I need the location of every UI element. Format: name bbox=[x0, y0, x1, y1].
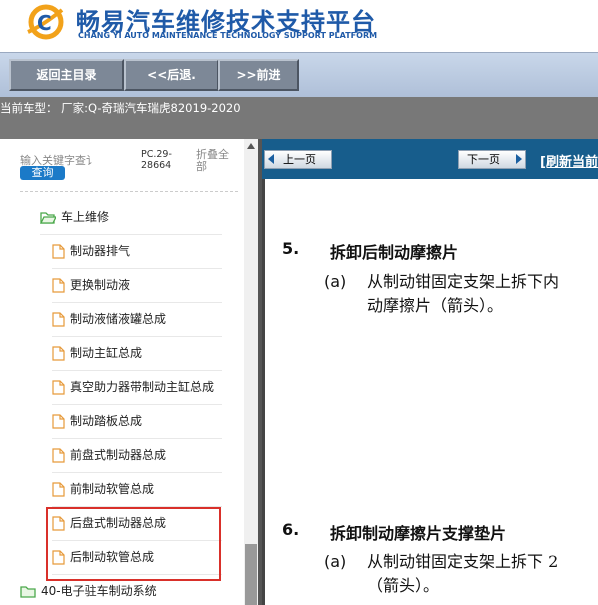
tree-item[interactable]: 制动液储液罐总成 bbox=[52, 303, 222, 337]
tree-item[interactable]: 前制动软管总成 bbox=[52, 473, 222, 507]
tree-item[interactable]: 制动器排气 bbox=[52, 235, 222, 269]
tree-item-label: 制动液储液罐总成 bbox=[70, 312, 167, 326]
fold-all-link[interactable]: 折叠全部 bbox=[196, 149, 232, 173]
highlight-box bbox=[46, 507, 221, 581]
step-title: 拆卸后制动摩擦片 bbox=[330, 243, 459, 262]
car-info-bar: 当前车型： 厂家:Q-奇瑞汽车瑞虎82019-2020 bbox=[0, 97, 598, 139]
folder-open-icon bbox=[40, 212, 56, 224]
next-page-button[interactable]: 下一页 bbox=[458, 150, 526, 169]
step-title: 拆卸制动摩擦片支撑垫片 bbox=[330, 524, 507, 543]
arrow-left-icon bbox=[268, 154, 274, 164]
document-icon bbox=[52, 346, 65, 361]
tree-item-label: 真空助力器带制动主缸总成 bbox=[70, 380, 215, 394]
document-toolbar: 上一页 下一页 [刷新当前 bbox=[262, 139, 598, 179]
tree-item-label: 前制动软管总成 bbox=[70, 482, 155, 496]
logo-icon: C bbox=[27, 4, 64, 40]
document-icon bbox=[52, 312, 65, 327]
step-sub-label: (a) bbox=[324, 552, 347, 571]
document-view: 上一页 下一页 [刷新当前 5. 拆卸后制动摩擦片 (a) 从制动钳固定支架上拆… bbox=[262, 139, 598, 605]
tree-item[interactable]: 制动主缸总成 bbox=[52, 337, 222, 371]
tree-item[interactable]: 制动踏板总成 bbox=[52, 405, 222, 439]
document-icon bbox=[52, 448, 65, 463]
current-car-model: 当前车型： 厂家:Q-奇瑞汽车瑞虎82019-2020 bbox=[0, 101, 241, 115]
page-edge bbox=[262, 179, 265, 605]
tree-item-label: 更换制动液 bbox=[70, 278, 131, 292]
tree-item-label: 制动踏板总成 bbox=[70, 414, 143, 428]
step-text: 从制动钳固定支架上拆下 2 bbox=[367, 552, 559, 571]
home-button[interactable]: 返回主目录 bbox=[9, 59, 124, 91]
tree-item-label: 制动器排气 bbox=[70, 244, 131, 258]
step-number: 6. bbox=[282, 520, 300, 539]
refresh-link[interactable]: [刷新当前 bbox=[540, 151, 598, 170]
tree-item[interactable]: 真空助力器带制动主缸总成 bbox=[52, 371, 222, 405]
document-icon bbox=[52, 482, 65, 497]
tree-folder-onvehicle-repair[interactable]: 车上维修 bbox=[40, 201, 222, 235]
forward-button[interactable]: >>前进 bbox=[218, 59, 299, 91]
pc-info: PC.29-28664 bbox=[141, 149, 172, 171]
step-text: （箭头）。 bbox=[367, 576, 440, 595]
step-number: 5. bbox=[282, 239, 300, 258]
step-text: 从制动钳固定支架上拆下内 bbox=[367, 272, 560, 291]
tree-folder-label: 车上维修 bbox=[61, 210, 110, 224]
app-header: C 畅易汽车维修技术支持平台 CHANG YI AUTO MAINTENANCE… bbox=[0, 0, 598, 52]
app-subtitle: CHANG YI AUTO MAINTENANCE TECHNOLOGY SUP… bbox=[78, 31, 378, 40]
step-sub-label: (a) bbox=[324, 272, 347, 291]
arrow-right-icon bbox=[516, 154, 522, 164]
back-button[interactable]: <<后退. bbox=[124, 59, 219, 91]
prev-page-button[interactable]: 上一页 bbox=[264, 150, 332, 169]
tree-item[interactable]: 更换制动液 bbox=[52, 269, 222, 303]
document-icon bbox=[52, 414, 65, 429]
search-button[interactable]: 查询 bbox=[20, 166, 65, 180]
sidebar-tree: 输入关键字查讠 查询 PC.29-28664 折叠全部 车上维修 制动器排气 更换… bbox=[0, 139, 258, 605]
nav-bar: 返回主目录 <<后退. >>前进 bbox=[0, 52, 598, 98]
tree-item-label: 制动主缸总成 bbox=[70, 346, 143, 360]
tree-item-label: 前盘式制动器总成 bbox=[70, 448, 167, 462]
document-icon bbox=[52, 244, 65, 259]
tree-folder-label: 40-电子驻车制动系统 bbox=[41, 584, 157, 598]
step-text: 动摩擦片（箭头）。 bbox=[367, 296, 504, 315]
tree-item[interactable]: 前盘式制动器总成 bbox=[52, 439, 222, 473]
document-icon bbox=[52, 278, 65, 293]
scrollbar-thumb[interactable] bbox=[245, 544, 257, 605]
svg-text:C: C bbox=[37, 11, 52, 35]
scrollbar[interactable] bbox=[244, 139, 258, 605]
scroll-up-icon[interactable] bbox=[247, 143, 255, 149]
divider bbox=[20, 191, 238, 192]
folder-icon bbox=[20, 586, 36, 598]
document-icon bbox=[52, 380, 65, 395]
